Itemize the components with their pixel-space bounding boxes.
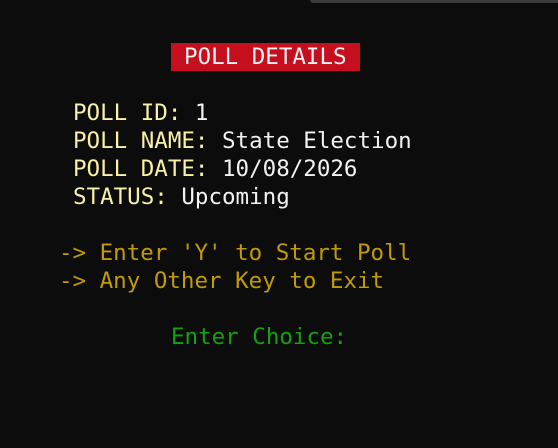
option-start-poll: -> Enter 'Y' to Start Poll — [59, 240, 412, 266]
detail-value: Upcoming — [181, 184, 290, 210]
detail-label: POLL ID: — [73, 100, 182, 126]
detail-label: STATUS: — [73, 184, 168, 210]
detail-value: State Election — [222, 128, 412, 154]
detail-row-poll-date: POLL DATE: 10/08/2026 — [73, 155, 357, 183]
option-exit: -> Any Other Key to Exit — [59, 268, 385, 294]
page-title: POLL DETAILS — [171, 43, 360, 71]
detail-row-poll-id: POLL ID: 1 — [73, 99, 208, 127]
choice-prompt[interactable]: Enter Choice: — [171, 323, 347, 351]
detail-value: 10/08/2026 — [222, 156, 358, 182]
detail-label: POLL NAME: — [73, 128, 209, 154]
window-top-edge — [310, 0, 558, 3]
detail-row-poll-name: POLL NAME: State Election — [73, 127, 412, 155]
detail-label: POLL DATE: — [73, 156, 209, 182]
detail-value: 1 — [194, 100, 209, 126]
detail-row-status: STATUS: Upcoming — [73, 183, 290, 211]
console-window: POLL DETAILS POLL ID: 1 POLL NAME: State… — [0, 0, 558, 448]
